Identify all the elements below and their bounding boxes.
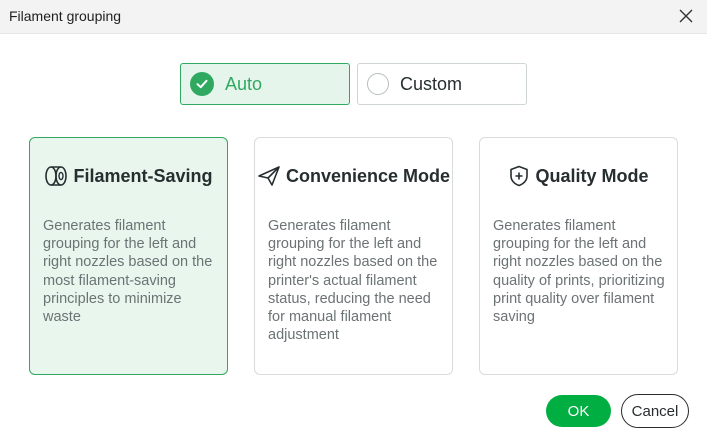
card-description: Generates filament grouping for the left… xyxy=(493,218,665,326)
ok-button[interactable]: OK xyxy=(546,395,611,427)
card-title: Quality Mode xyxy=(535,165,649,186)
card-filament-saving[interactable]: Filament-Saving Generates filament group… xyxy=(29,137,228,375)
filament-grouping-dialog: Filament grouping Auto Custom Filament-S… xyxy=(0,0,707,447)
card-header: Quality Mode xyxy=(480,164,677,188)
card-description: Generates filament grouping for the left… xyxy=(43,218,213,326)
card-header: Filament-Saving xyxy=(30,164,227,188)
card-quality-mode[interactable]: Quality Mode Generates filament grouping… xyxy=(479,137,678,375)
title-bar: Filament grouping xyxy=(0,0,707,34)
close-button[interactable] xyxy=(675,5,697,27)
custom-mode-label: Custom xyxy=(400,73,463,94)
shield-plus-icon xyxy=(508,165,530,187)
auto-mode-label: Auto xyxy=(225,73,263,94)
card-description: Generates filament grouping for the left… xyxy=(268,218,438,344)
custom-mode-button[interactable]: Custom xyxy=(357,63,527,105)
dialog-title: Filament grouping xyxy=(9,8,122,24)
card-convenience-mode[interactable]: Convenience Mode Generates filament grou… xyxy=(254,137,453,375)
close-icon xyxy=(679,9,693,23)
card-header: Convenience Mode xyxy=(255,164,452,188)
radio-unchecked-icon xyxy=(367,73,389,95)
auto-mode-button[interactable]: Auto xyxy=(180,63,350,105)
card-title: Convenience Mode xyxy=(285,165,451,186)
cancel-button[interactable]: Cancel xyxy=(621,394,689,428)
check-circle-icon xyxy=(190,72,214,96)
paper-plane-icon xyxy=(257,165,281,187)
card-title: Filament-Saving xyxy=(73,165,213,186)
filament-spool-icon xyxy=(44,165,68,187)
